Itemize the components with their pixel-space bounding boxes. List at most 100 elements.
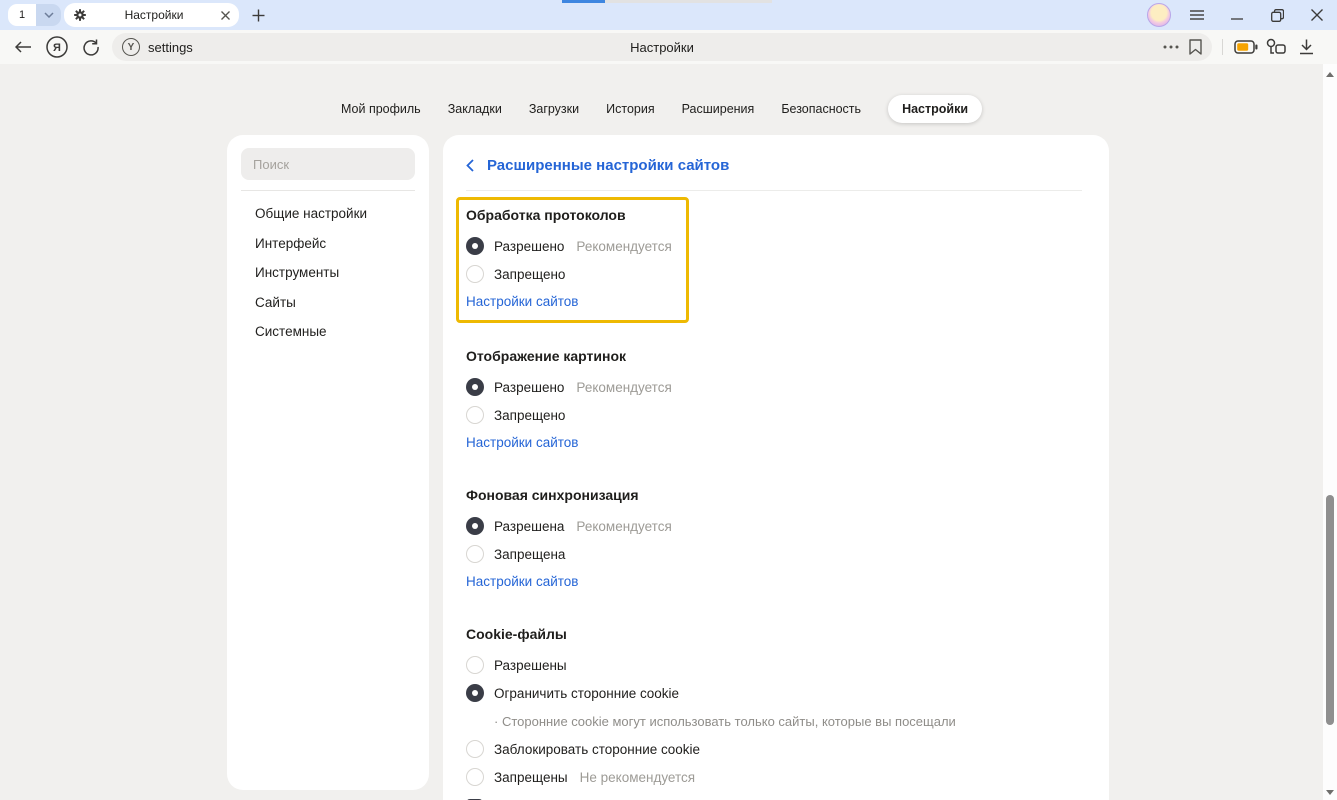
nav-tab-history[interactable]: История [606, 102, 654, 116]
site-settings-link[interactable]: Настройки сайтов [466, 433, 578, 452]
radio-selected-icon[interactable] [466, 684, 484, 702]
tab-count-button[interactable]: 1 [8, 4, 36, 26]
menu-icon [1190, 10, 1204, 20]
sidebar-item-sites[interactable]: Сайты [241, 288, 415, 318]
sidebar-item-general[interactable]: Общие настройки [241, 199, 415, 229]
radio-selected-icon[interactable] [466, 378, 484, 396]
radio-option[interactable]: Запрещено [466, 260, 672, 288]
scroll-up-icon[interactable] [1326, 72, 1334, 77]
sidebar-item-tools[interactable]: Инструменты [241, 258, 415, 288]
url-text: settings [148, 40, 193, 55]
browser-menu-button[interactable] [1183, 1, 1211, 29]
tab-title: Настройки [95, 8, 213, 22]
radio-option[interactable]: Разрешено Рекомендуется [466, 232, 672, 260]
radio-unselected-icon[interactable] [466, 406, 484, 424]
extensions-button[interactable] [1261, 32, 1291, 62]
radio-option[interactable]: Ограничить сторонние cookie [466, 679, 1082, 707]
radio-label: Разрешены [494, 658, 567, 673]
radio-selected-icon[interactable] [466, 517, 484, 535]
toolbar-divider [1222, 39, 1223, 55]
content-divider [466, 190, 1082, 191]
radio-note: Рекомендуется [576, 239, 671, 254]
radio-option[interactable]: Заблокировать сторонние cookie [466, 735, 1082, 763]
section-cookies: Cookie-файлы Разрешены Ограничить сторон… [466, 625, 1082, 800]
section-title: Отображение картинок [466, 347, 1082, 366]
page-title: Настройки [630, 40, 694, 55]
radio-unselected-icon[interactable] [466, 656, 484, 674]
browser-tab-settings[interactable]: Настройки [64, 3, 239, 27]
reload-icon [82, 38, 100, 56]
window-close-icon [1311, 9, 1323, 21]
new-tab-button[interactable] [246, 3, 270, 27]
minimize-button[interactable] [1223, 1, 1251, 29]
downloads-button[interactable] [1291, 32, 1321, 62]
bookmark-icon[interactable] [1189, 39, 1202, 55]
checkbox-option[interactable]: Очищать файлы cookie при закрытии браузе… [466, 793, 1082, 800]
content-title: Расширенные настройки сайтов [487, 157, 729, 174]
tab-close-icon[interactable] [221, 11, 230, 20]
tab-group-chevron-icon [44, 12, 54, 18]
tab-list-button[interactable] [36, 4, 61, 26]
radio-label: Разрешена [494, 519, 564, 534]
reload-button[interactable] [74, 32, 108, 62]
nav-tab-my-profile[interactable]: Мой профиль [341, 102, 421, 116]
sidebar-item-interface[interactable]: Интерфейс [241, 229, 415, 259]
radio-label: Запрещена [494, 547, 565, 562]
tab-group-control: 1 [8, 4, 61, 26]
more-icon[interactable] [1163, 45, 1179, 49]
yandex-logo-icon: Я [46, 36, 68, 58]
tab-bar: 1 Настройки [0, 0, 1337, 30]
nav-tab-security[interactable]: Безопасность [781, 102, 861, 116]
radio-label: Запрещено [494, 267, 565, 282]
radio-unselected-icon[interactable] [466, 740, 484, 758]
page-scrollbar[interactable] [1323, 64, 1337, 800]
radio-label: Запрещены [494, 770, 568, 785]
yandex-home-button[interactable]: Я [40, 32, 74, 62]
nav-tab-bookmarks[interactable]: Закладки [448, 102, 502, 116]
nav-tab-extensions[interactable]: Расширения [682, 102, 755, 116]
radio-option[interactable]: Запрещена [466, 540, 1082, 568]
back-button[interactable] [6, 32, 40, 62]
browser-window: 1 Настройки [0, 0, 1337, 800]
settings-content: Расширенные настройки сайтов Обработка п… [443, 135, 1109, 800]
sidebar-divider [241, 190, 415, 191]
site-settings-link[interactable]: Настройки сайтов [466, 292, 578, 311]
radio-option[interactable]: Разрешена Рекомендуется [466, 512, 1082, 540]
radio-option[interactable]: Разрешены [466, 651, 1082, 679]
nav-tab-settings[interactable]: Настройки [888, 95, 982, 123]
radio-label: Разрешено [494, 239, 564, 254]
radio-unselected-icon[interactable] [466, 265, 484, 283]
site-settings-link[interactable]: Настройки сайтов [466, 572, 578, 591]
load-progress-bar [562, 0, 772, 3]
radio-option[interactable]: Разрешено Рекомендуется [466, 373, 1082, 401]
battery-icon [1234, 40, 1258, 54]
radio-unselected-icon[interactable] [466, 545, 484, 563]
radio-selected-icon[interactable] [466, 237, 484, 255]
radio-label: Заблокировать сторонние cookie [494, 742, 700, 757]
search-input[interactable] [241, 148, 415, 180]
load-progress-fill [562, 0, 605, 3]
settings-nav-tabs: Мой профиль Закладки Загрузки История Ра… [0, 95, 1323, 123]
browser-toolbar: Я Y settings Настройки [0, 30, 1337, 64]
radio-note: Рекомендуется [576, 519, 671, 534]
sidebar-item-system[interactable]: Системные [241, 317, 415, 347]
profile-avatar[interactable] [1147, 3, 1171, 27]
content-header[interactable]: Расширенные настройки сайтов [466, 153, 1082, 177]
settings-sidebar: Общие настройки Интерфейс Инструменты Са… [227, 135, 429, 790]
maximize-button[interactable] [1263, 1, 1291, 29]
radio-unselected-icon[interactable] [466, 768, 484, 786]
window-close-button[interactable] [1303, 1, 1331, 29]
nav-tab-downloads[interactable]: Загрузки [529, 102, 579, 116]
battery-saver-button[interactable] [1231, 32, 1261, 62]
radio-note: Не рекомендуется [580, 770, 695, 785]
new-tab-plus-icon [252, 9, 265, 22]
settings-page: Мой профиль Закладки Загрузки История Ра… [0, 64, 1337, 800]
minimize-icon [1231, 9, 1243, 21]
address-bar[interactable]: Y settings Настройки [112, 33, 1212, 61]
scrollbar-thumb[interactable] [1326, 495, 1334, 725]
scroll-down-icon[interactable] [1326, 790, 1334, 795]
radio-label: Разрешено [494, 380, 564, 395]
radio-option[interactable]: Запрещено [466, 401, 1082, 429]
section-background-sync: Фоновая синхронизация Разрешена Рекоменд… [466, 486, 1082, 591]
radio-option[interactable]: Запрещены Не рекомендуется [466, 763, 1082, 791]
